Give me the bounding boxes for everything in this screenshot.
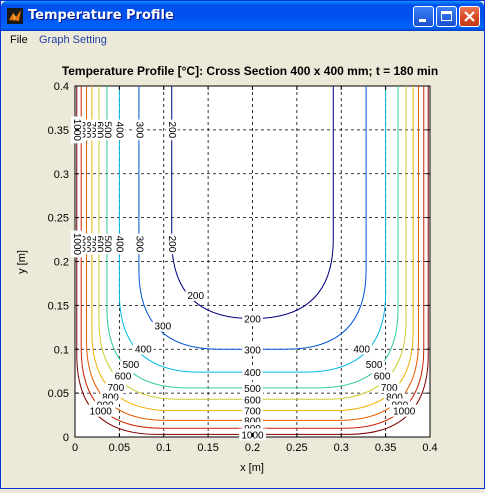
window-title: Temperature Profile: [28, 8, 174, 23]
maximize-icon: [441, 11, 452, 21]
x-tick-label: 0.15: [197, 442, 218, 454]
y-tick-label: 0.1: [54, 344, 69, 356]
svg-text:400: 400: [244, 368, 261, 379]
x-axis-label: x [m]: [240, 462, 264, 474]
svg-text:300: 300: [133, 236, 144, 253]
x-tick-label: 0.1: [156, 442, 171, 454]
svg-text:1000: 1000: [393, 407, 416, 418]
contour-label-500: 500: [120, 358, 142, 371]
svg-text:400: 400: [114, 236, 125, 253]
menu-file[interactable]: File: [10, 34, 28, 46]
x-tick-label: 0.3: [334, 442, 349, 454]
contour-label-500: 500: [363, 358, 385, 371]
svg-text:300: 300: [244, 345, 261, 356]
menu-bar: File Graph Setting: [1, 31, 484, 51]
svg-text:500: 500: [366, 360, 383, 371]
y-tick-label: 0: [63, 432, 69, 444]
svg-text:400: 400: [135, 344, 152, 355]
contour-label-300: 300: [152, 319, 174, 333]
y-tick-label: 0.25: [48, 213, 69, 225]
svg-text:1000: 1000: [71, 233, 82, 256]
contour-label-1000: 1000: [390, 404, 418, 418]
y-tick-label: 0.35: [48, 125, 69, 137]
svg-text:200: 200: [166, 236, 177, 253]
menu-graph-setting[interactable]: Graph Setting: [39, 34, 107, 46]
contour-label-300: 300: [242, 343, 263, 356]
contour-label-400: 400: [113, 233, 126, 255]
contour-label-400: 400: [133, 342, 154, 355]
contour-label-400: 400: [242, 366, 263, 379]
x-tick-label: 0.2: [245, 442, 260, 454]
contour-label-400: 400: [113, 119, 126, 141]
contour-label-600: 600: [242, 393, 263, 406]
contour-label-300: 300: [132, 233, 145, 255]
y-tick-label: 0.05: [48, 388, 69, 400]
svg-text:300: 300: [155, 322, 172, 333]
matlab-icon: [7, 8, 23, 24]
svg-text:600: 600: [374, 372, 391, 383]
minimize-icon: [419, 19, 426, 22]
contour-label-400: 400: [351, 342, 372, 355]
svg-text:1000: 1000: [90, 407, 113, 418]
contour-chart: Temperature Profile [°C]: Cross Section …: [16, 64, 438, 474]
x-tick-label: 0.35: [375, 442, 396, 454]
svg-text:600: 600: [115, 372, 132, 383]
x-tick-label: 0: [72, 442, 78, 454]
app-window: Temperature Profile File Graph Setting T…: [0, 0, 485, 489]
contour-label-500: 500: [242, 381, 263, 395]
svg-text:300: 300: [133, 122, 144, 139]
close-button[interactable]: [459, 6, 480, 27]
contour-label-600: 600: [371, 369, 393, 383]
svg-text:400: 400: [114, 122, 125, 139]
svg-text:200: 200: [187, 291, 204, 302]
x-tick-label: 0.25: [286, 442, 307, 454]
svg-text:400: 400: [353, 344, 370, 355]
chart-title: Temperature Profile [°C]: Cross Section …: [62, 64, 438, 78]
svg-text:200: 200: [244, 315, 261, 326]
svg-text:500: 500: [244, 384, 261, 395]
contour-label-200: 200: [185, 288, 206, 302]
contour-label-600: 600: [112, 369, 134, 383]
x-tick-label: 0.05: [109, 442, 130, 454]
y-tick-label: 0.4: [54, 81, 69, 93]
title-bar[interactable]: Temperature Profile: [1, 1, 484, 31]
contour-label-1000: 1000: [70, 230, 83, 258]
contour-label-200: 200: [165, 119, 178, 141]
y-tick-label: 0.15: [48, 300, 69, 312]
plot-area: Temperature Profile [°C]: Cross Section …: [1, 51, 484, 488]
svg-text:200: 200: [166, 122, 177, 139]
svg-text:500: 500: [123, 360, 140, 371]
y-axis-label: y [m]: [16, 250, 28, 274]
maximize-button[interactable]: [436, 6, 457, 27]
y-tick-label: 0.3: [54, 169, 69, 181]
contour-label-200: 200: [242, 312, 263, 326]
contour-label-200: 200: [165, 233, 178, 255]
contour-label-300: 300: [132, 119, 145, 141]
y-tick-label: 0.2: [54, 257, 69, 269]
x-tick-label: 0.4: [422, 442, 437, 454]
close-icon: [464, 11, 475, 22]
minimize-button[interactable]: [413, 6, 434, 27]
svg-text:600: 600: [244, 395, 261, 406]
contour-label-1000: 1000: [87, 404, 115, 418]
